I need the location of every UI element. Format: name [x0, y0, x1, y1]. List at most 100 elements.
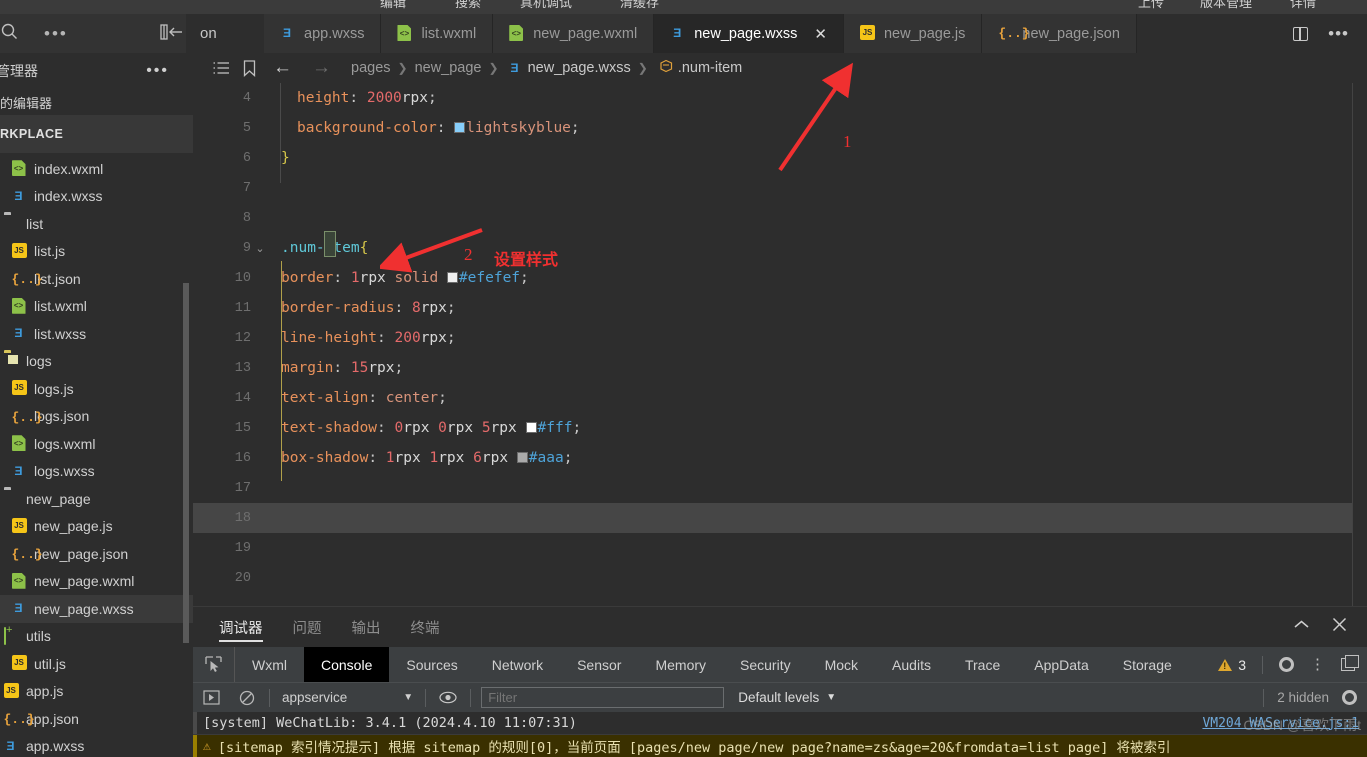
fold-toggle-icon[interactable]: ⌄	[251, 242, 269, 255]
file-tree-item[interactable]: JS app.js	[0, 678, 193, 706]
file-tree-item[interactable]: JS new_page.js	[0, 513, 193, 541]
console-log-levels-select[interactable]: Default levels ▼	[730, 690, 836, 705]
close-tab-icon[interactable]: ✕	[814, 25, 827, 43]
nav-back-icon[interactable]: ←	[263, 57, 302, 79]
file-tree-item[interactable]: JS list.js	[0, 238, 193, 266]
editor-tab-new_page-wxml[interactable]: <> new_page.wxml	[493, 14, 655, 53]
file-tree-item[interactable]: <> new_page.wxml	[0, 568, 193, 596]
file-tree-item[interactable]: {..} logs.json	[0, 403, 193, 431]
console-log-row[interactable]: ⚠ [sitemap 索引情况提示] 根据 sitemap 的规则[0]，当前页面…	[193, 735, 1367, 757]
live-expression-icon[interactable]	[430, 691, 466, 704]
editor-tab-list-wxml[interactable]: <> list.wxml	[381, 14, 494, 53]
menu-item-3[interactable]: 清缓存	[620, 0, 659, 10]
panel-tab-problems[interactable]: 问题	[293, 607, 322, 648]
split-editor-icon[interactable]	[1293, 26, 1309, 41]
sidebar-title-more-icon[interactable]: •••	[146, 62, 169, 80]
sidebar-section-workspace[interactable]: RKPLACE	[0, 115, 193, 153]
code-line[interactable]: 5 background-color: lightskyblue;	[193, 113, 1367, 143]
breadcrumb-item-new-page[interactable]: new_page	[415, 60, 482, 76]
editor-tab-app-wxss[interactable]: Ǝapp.wxss	[264, 14, 382, 53]
file-tree-item[interactable]: Ǝapp.wxss	[0, 733, 193, 757]
devtools-tab-mock[interactable]: Mock	[808, 647, 875, 682]
breadcrumb-item-pages[interactable]: pages	[351, 60, 391, 76]
more-actions-icon[interactable]: •••	[1328, 24, 1349, 44]
menu-item-5[interactable]: 版本管理	[1200, 0, 1252, 10]
panel-tab-terminal[interactable]: 终端	[411, 607, 440, 648]
editor-tab-new_page-js[interactable]: JS new_page.js	[843, 14, 983, 53]
color-swatch[interactable]	[525, 422, 537, 433]
file-tree-item[interactable]: JS util.js	[0, 650, 193, 678]
search-icon[interactable]	[0, 21, 26, 46]
execute-icon[interactable]	[193, 690, 229, 705]
devtools-tab-storage[interactable]: Storage	[1106, 647, 1189, 682]
panel-tab-debugger[interactable]: 调试器	[219, 607, 263, 648]
devtools-tab-appdata[interactable]: AppData	[1017, 647, 1105, 682]
code-editor[interactable]: 4 height: 2000rpx; 5 background-color: ligh…	[193, 83, 1367, 606]
code-line[interactable]: 16 box-shadow: 1rpx 1rpx 6rpx #aaa;	[193, 443, 1367, 473]
console-log-row[interactable]: [system] WeChatLib: 3.4.1 (2024.4.10 11:…	[193, 712, 1367, 735]
menu-item-6[interactable]: 详情	[1290, 0, 1316, 10]
code-line[interactable]: 11 border-radius: 8rpx;	[193, 293, 1367, 323]
code-line[interactable]: 7	[193, 173, 1367, 203]
menu-item-2[interactable]: 真机调试	[520, 0, 572, 10]
code-line[interactable]: 4 height: 2000rpx;	[193, 83, 1367, 113]
code-line[interactable]: 17	[193, 473, 1367, 503]
sidebar-scrollbar[interactable]	[183, 283, 189, 643]
code-line[interactable]: 19	[193, 533, 1367, 563]
devtools-tab-sensor[interactable]: Sensor	[560, 647, 638, 682]
devtools-tab-security[interactable]: Security	[723, 647, 808, 682]
collapse-sidebar-icon[interactable]	[160, 23, 186, 46]
menu-item-4[interactable]: 上传	[1138, 0, 1164, 10]
file-tree-item[interactable]: Ǝlogs.wxss	[0, 458, 193, 486]
gear-icon[interactable]	[1342, 690, 1357, 705]
code-line[interactable]: 12 line-height: 200rpx;	[193, 323, 1367, 353]
nav-forward-icon[interactable]: →	[302, 57, 341, 79]
file-tree-item[interactable]: logs	[0, 348, 193, 376]
menu-item-0[interactable]: 编辑	[380, 0, 406, 10]
devtools-tab-memory[interactable]: Memory	[638, 647, 723, 682]
clipped-tab[interactable]: on	[186, 14, 264, 53]
console-context-select[interactable]: appservice ▼	[274, 690, 421, 705]
code-line[interactable]: 9 ⌄ .num-item{	[193, 233, 1367, 263]
breadcrumb-item-selector[interactable]: .num-item	[678, 60, 742, 76]
file-tree-item[interactable]: {..} list.json	[0, 265, 193, 293]
file-tree-item[interactable]: list	[0, 210, 193, 238]
close-icon[interactable]	[1332, 617, 1347, 637]
code-line[interactable]: 6}	[193, 143, 1367, 173]
devtools-tab-network[interactable]: Network	[475, 647, 560, 682]
clear-console-icon[interactable]	[229, 690, 265, 706]
console-filter-input[interactable]	[481, 687, 725, 708]
file-tree-item[interactable]: Ǝindex.wxss	[0, 183, 193, 211]
devtools-tab-trace[interactable]: Trace	[948, 647, 1017, 682]
code-line[interactable]: 13 margin: 15rpx;	[193, 353, 1367, 383]
file-tree-item[interactable]: JS logs.js	[0, 375, 193, 403]
code-line[interactable]: 20	[193, 563, 1367, 593]
file-tree-item[interactable]: utils	[0, 623, 193, 651]
code-line[interactable]: 8	[193, 203, 1367, 233]
inspect-element-icon[interactable]	[193, 647, 235, 682]
color-swatch[interactable]	[454, 122, 466, 133]
file-tree-item[interactable]: Ǝnew_page.wxss	[0, 595, 193, 623]
warning-badge[interactable]: 3	[1218, 657, 1246, 673]
devtools-tab-wxml[interactable]: Wxml	[235, 647, 304, 682]
sidebar-section-open-editors[interactable]: 的编辑器	[0, 89, 193, 115]
file-tree-item[interactable]: {..} new_page.json	[0, 540, 193, 568]
devtools-tab-audits[interactable]: Audits	[875, 647, 948, 682]
file-tree-item[interactable]: <> list.wxml	[0, 293, 193, 321]
menu-item-1[interactable]: 搜索	[455, 0, 481, 10]
bookmark-icon[interactable]	[235, 59, 263, 77]
gear-icon[interactable]	[1279, 657, 1294, 672]
editor-scrollbar[interactable]	[1353, 83, 1367, 606]
code-line[interactable]: 14 text-align: center;	[193, 383, 1367, 413]
code-line[interactable]: 15 text-shadow: 0rpx 0rpx 5rpx #fff;	[193, 413, 1367, 443]
panel-tab-output[interactable]: 输出	[352, 607, 381, 648]
editor-tab-new_page-json[interactable]: {..} new_page.json	[982, 14, 1137, 53]
code-line[interactable]: 18	[193, 503, 1367, 533]
editor-tab-new_page-wxss[interactable]: Ǝnew_page.wxss ✕	[654, 14, 844, 53]
dock-panel-icon[interactable]	[1341, 655, 1359, 671]
outline-list-icon[interactable]	[207, 61, 235, 75]
file-tree-item[interactable]: <> logs.wxml	[0, 430, 193, 458]
file-tree-item[interactable]: new_page	[0, 485, 193, 513]
vertical-dots-icon[interactable]: ⋮	[1310, 657, 1325, 672]
devtools-tab-sources[interactable]: Sources	[389, 647, 474, 682]
